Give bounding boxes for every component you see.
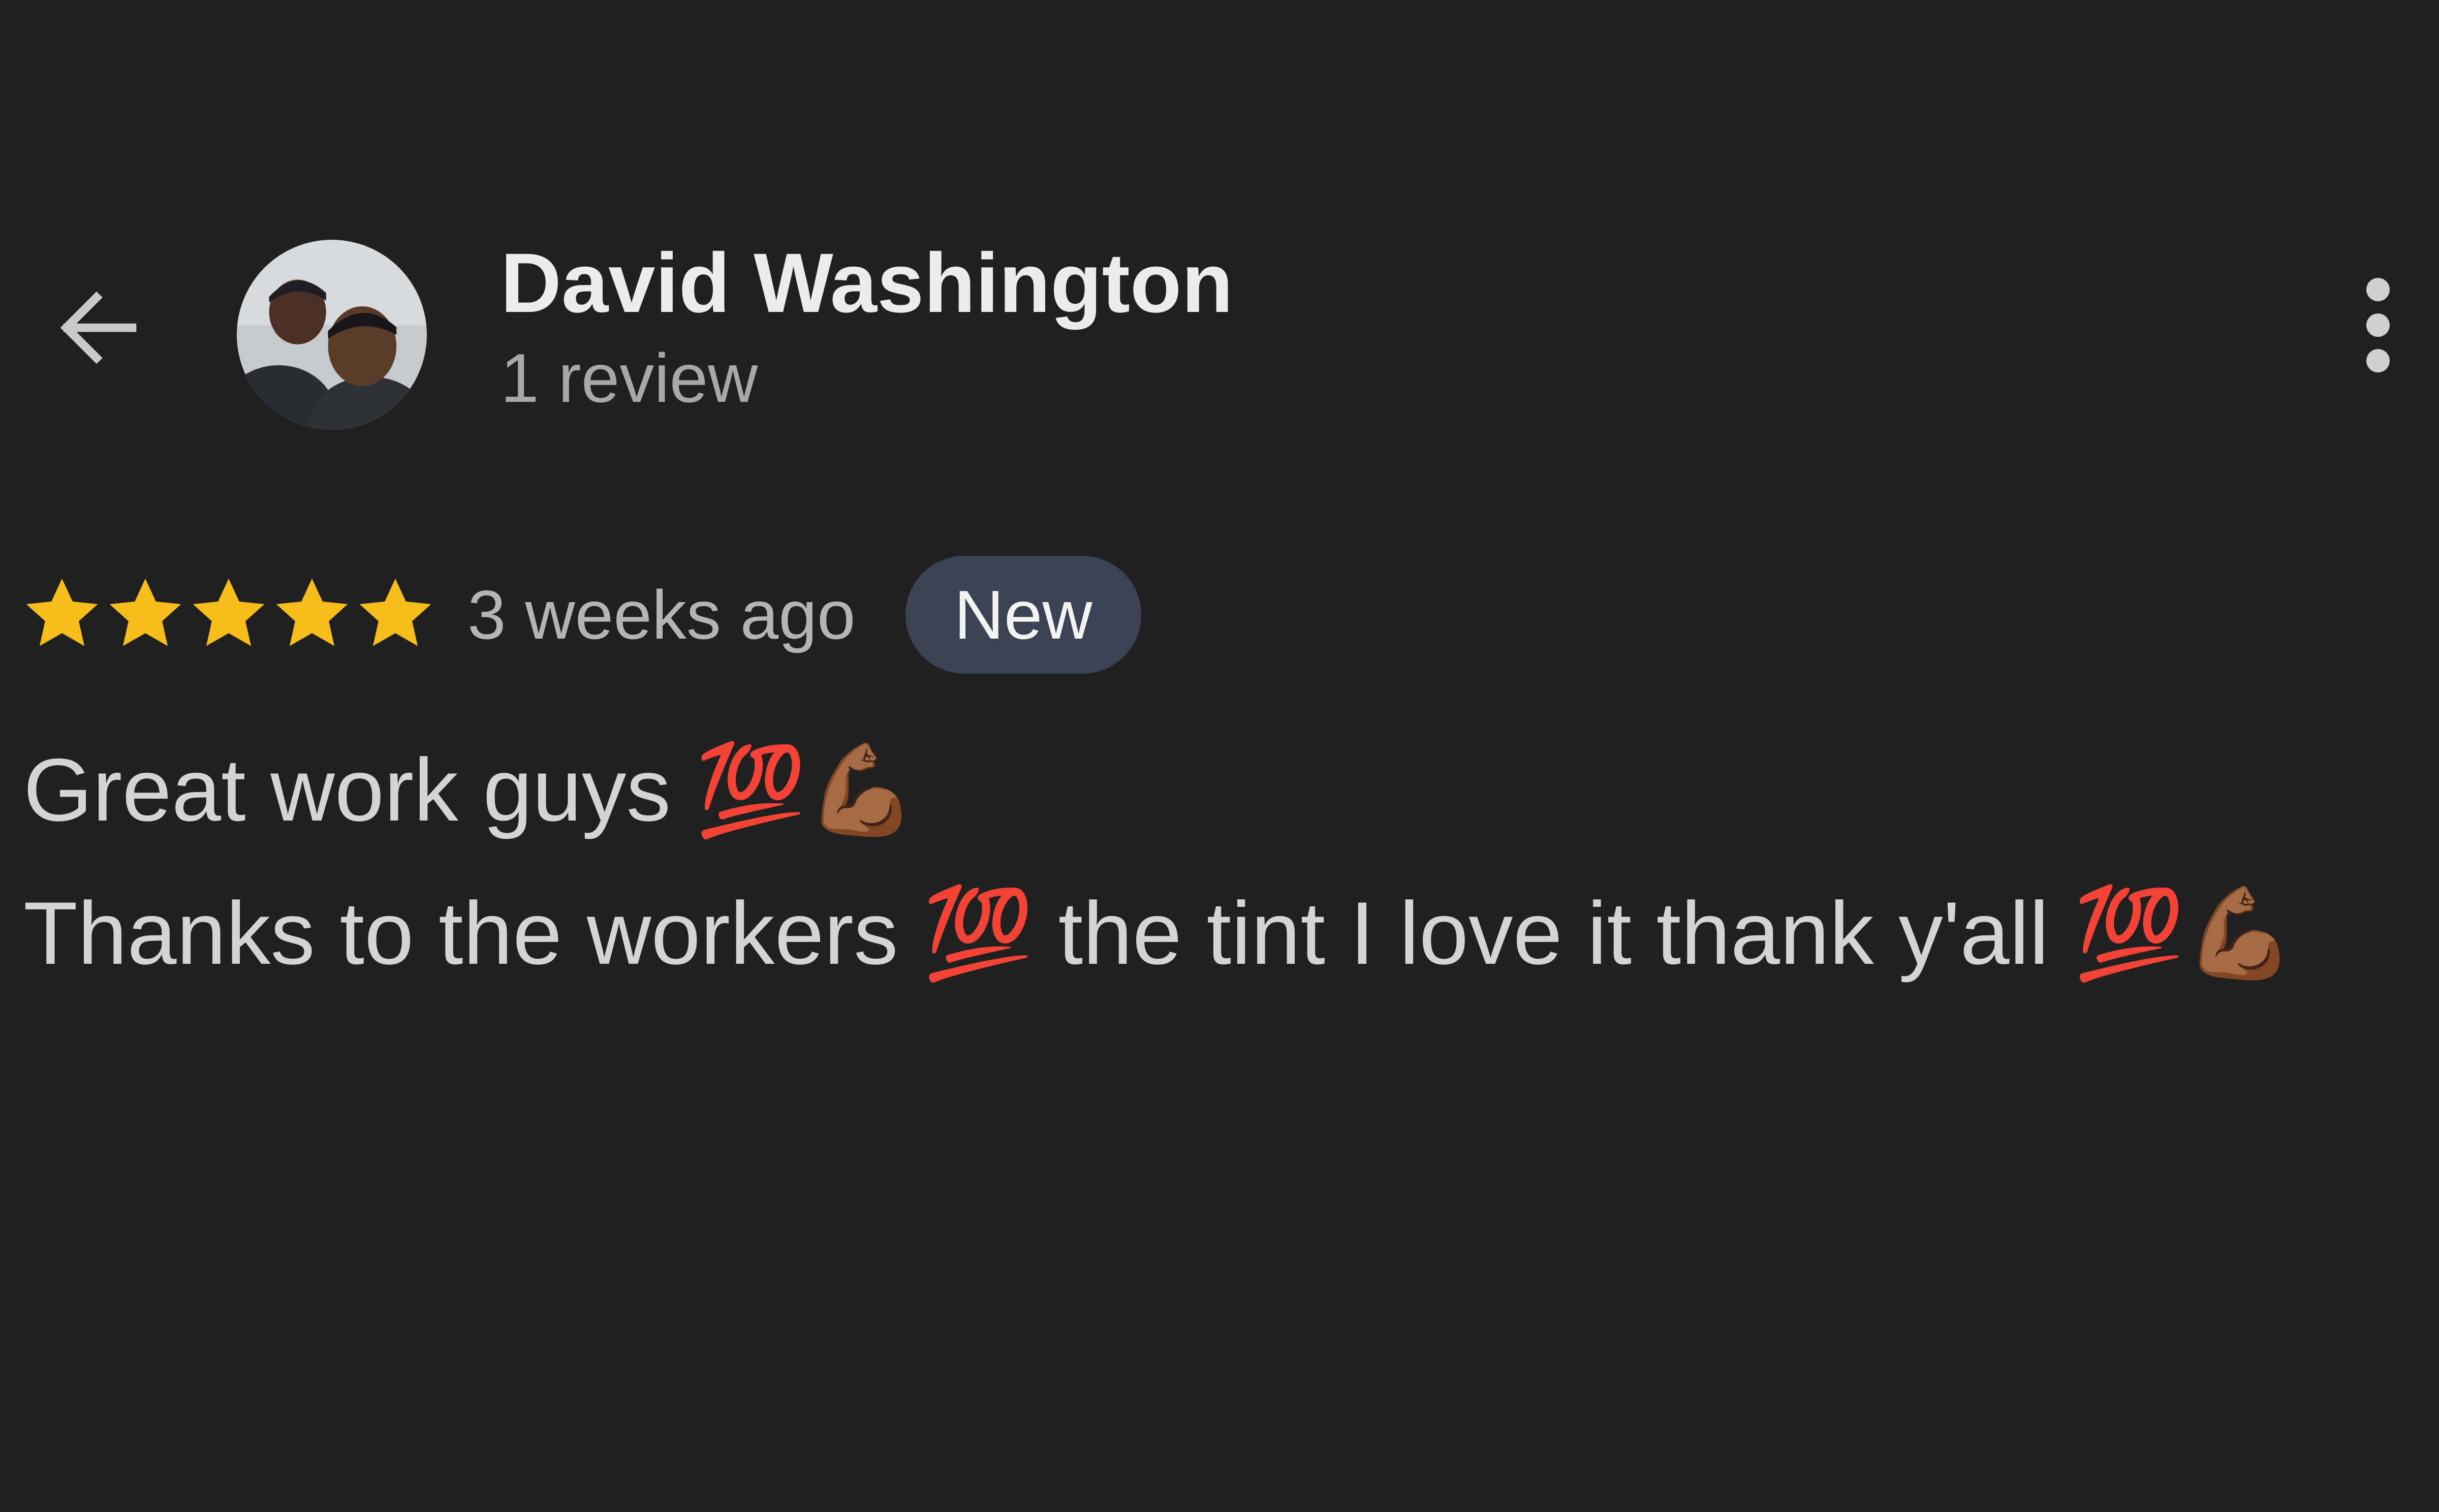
- new-badge: New: [905, 556, 1141, 674]
- rating-row: 3 weeks ago New: [20, 554, 1141, 676]
- review-count: 1 review: [501, 339, 758, 417]
- avatar[interactable]: [237, 240, 427, 430]
- star-icon: [109, 578, 181, 646]
- user-photo: [237, 240, 427, 430]
- review-header: David Washington 1 review: [0, 193, 2439, 478]
- star-icon: [276, 578, 348, 646]
- star-rating: [20, 573, 437, 656]
- user-name[interactable]: David Washington: [501, 241, 1233, 326]
- star-icon: [359, 578, 431, 646]
- star-icon: [193, 578, 265, 646]
- more-options-button[interactable]: [2322, 269, 2434, 381]
- review-date: 3 weeks ago: [467, 576, 856, 653]
- back-button[interactable]: [38, 269, 155, 386]
- more-vertical-icon: [2366, 278, 2390, 372]
- review-text: Great work guys 💯💪🏾 Thanks to the worker…: [23, 741, 2295, 983]
- star-icon: [26, 578, 98, 646]
- arrow-back-icon: [60, 291, 137, 364]
